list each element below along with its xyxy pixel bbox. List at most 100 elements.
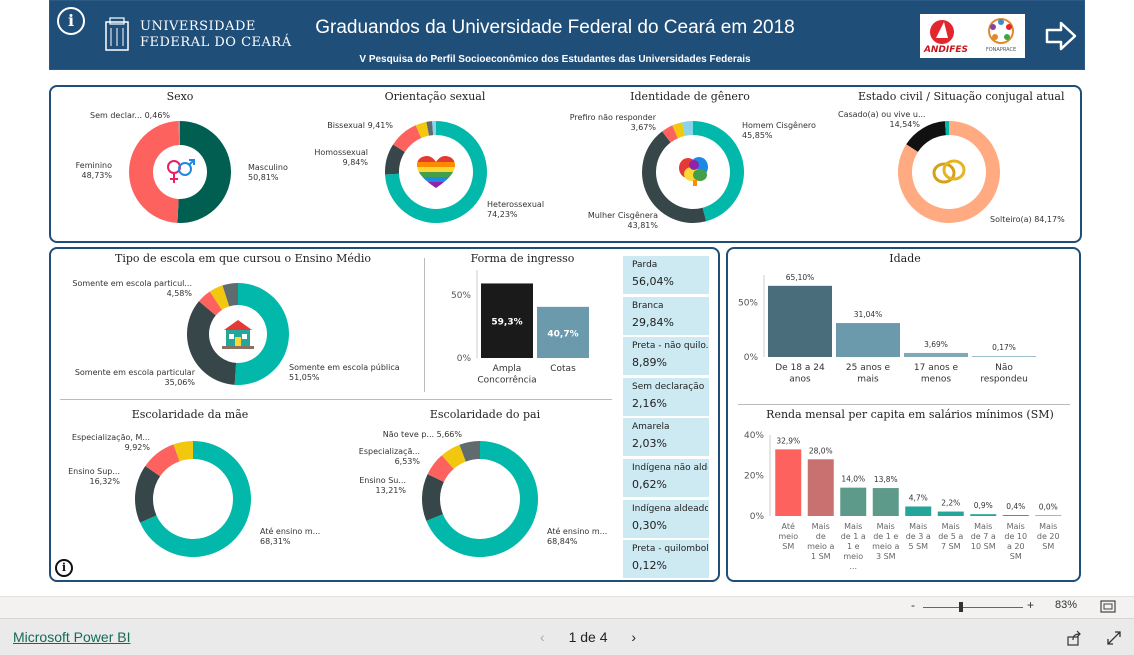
label-solteiro: Solteiro(a) 84,17% bbox=[990, 215, 1065, 224]
category-label: SM bbox=[1042, 542, 1054, 551]
bar[interactable] bbox=[970, 514, 997, 516]
rainbow-heart-icon bbox=[417, 156, 455, 188]
bar-value-label: 4,7% bbox=[909, 493, 928, 502]
share-icon[interactable] bbox=[1066, 630, 1082, 646]
donut-slice[interactable] bbox=[422, 474, 444, 521]
bar-chart-ingresso[interactable]: 50% 0% 59,3% AmplaConcorrência 40,7% Cotas bbox=[425, 270, 615, 395]
category-label: ... bbox=[849, 562, 857, 571]
category-label: Concorrência bbox=[477, 374, 536, 385]
gender-symbols-icon bbox=[167, 159, 195, 183]
category-label: 17 anos e bbox=[914, 363, 959, 373]
label-escola-publica: Somente em escola pública 51,05% bbox=[289, 363, 400, 382]
fonaprace-label: FONAPRACE bbox=[985, 47, 1017, 53]
page-title: Graduandos da Universidade Federal do Ce… bbox=[315, 17, 795, 38]
ethnicity-value: 0,30% bbox=[632, 518, 667, 532]
bar[interactable] bbox=[937, 511, 964, 516]
category-label: Ampla bbox=[493, 364, 522, 374]
bar[interactable] bbox=[904, 352, 968, 357]
zoom-in-button[interactable]: + bbox=[1027, 598, 1034, 612]
bar-value-label: 0,4% bbox=[1006, 502, 1025, 511]
y-tick-label: 50% bbox=[451, 291, 471, 301]
info-icon[interactable]: i bbox=[57, 7, 85, 35]
category-label: de 5 a bbox=[938, 532, 963, 541]
ethnicity-value: 2,03% bbox=[632, 437, 667, 451]
ethnicity-card[interactable]: Branca 29,84% bbox=[623, 296, 709, 335]
bar[interactable] bbox=[775, 449, 802, 516]
divider-horizontal-right bbox=[738, 404, 1070, 405]
category-label: 5 SM bbox=[908, 542, 928, 551]
category-label: a 20 bbox=[1007, 542, 1025, 551]
bar[interactable] bbox=[807, 459, 834, 516]
info-icon-bottom[interactable]: i bbox=[55, 559, 73, 577]
label-mae-ate-ensino-medio: Até ensino m... 68,31% bbox=[260, 527, 321, 546]
y-tick-label: 0% bbox=[744, 353, 759, 363]
fit-to-page-icon[interactable] bbox=[1100, 600, 1116, 613]
category-label: Mais bbox=[974, 522, 992, 531]
chart-title-orientacao: Orientação sexual bbox=[384, 90, 486, 103]
ethnicity-card[interactable]: Preta - não quilo... 8,89% bbox=[623, 337, 709, 376]
bar[interactable] bbox=[1002, 515, 1029, 516]
bar-value-label: 14,0% bbox=[841, 475, 865, 484]
zoom-slider-track[interactable] bbox=[923, 607, 1023, 608]
zoom-slider-handle[interactable] bbox=[959, 602, 963, 612]
bar[interactable] bbox=[872, 488, 899, 516]
fullscreen-icon[interactable] bbox=[1106, 630, 1122, 646]
bar[interactable] bbox=[972, 356, 1036, 357]
category-label: meio bbox=[778, 532, 798, 541]
label-masculino: Masculino 50,81% bbox=[248, 163, 288, 182]
bar-value-label: 3,69% bbox=[924, 340, 948, 349]
andifes-label: ANDIFES bbox=[923, 45, 969, 55]
arrow-right-icon[interactable] bbox=[1044, 20, 1078, 52]
category-label: De 18 a 24 bbox=[775, 363, 825, 373]
category-label: SM bbox=[782, 542, 794, 551]
ethnicity-card[interactable]: Amarela 2,03% bbox=[623, 418, 709, 457]
label-pai-nao-teve: Não teve p... 5,66% bbox=[382, 430, 462, 439]
label-pai-ate-ensino-medio: Até ensino m... 68,84% bbox=[547, 527, 608, 546]
ethnicity-card[interactable]: Indígena aldeado 0,30% bbox=[623, 499, 709, 538]
university-logo: Universidade Federal do Ceará bbox=[100, 14, 291, 54]
next-page-button[interactable]: › bbox=[631, 629, 636, 645]
category-label: 1 SM bbox=[811, 552, 831, 561]
partner-logos: ANDIFES FONAPRACE bbox=[920, 14, 1025, 58]
ethnicity-card[interactable]: Sem declaração 2,16% bbox=[623, 377, 709, 416]
prev-page-button[interactable]: ‹ bbox=[540, 629, 545, 645]
donut-pai[interactable] bbox=[421, 440, 539, 558]
category-label: Mais bbox=[942, 522, 960, 531]
bar-value-label: 0,17% bbox=[992, 343, 1016, 352]
ethnicity-name: Preta - não quilo... bbox=[632, 341, 708, 352]
y-tick-label: 50% bbox=[738, 298, 758, 308]
category-label: de 7 a bbox=[971, 532, 996, 541]
category-label: Mais bbox=[844, 522, 862, 531]
category-label: mais bbox=[857, 374, 879, 384]
bar[interactable] bbox=[840, 487, 867, 516]
bar-value-label: 65,10% bbox=[786, 273, 815, 282]
bar-chart-renda[interactable]: 40%20%0%32,9%AtémeioSM28,0%Maisdemeio a1… bbox=[728, 420, 1078, 580]
ethnicity-card[interactable]: Parda 56,04% bbox=[623, 256, 709, 294]
bar-value-label: 59,3% bbox=[491, 318, 522, 328]
category-label: Mais bbox=[877, 522, 895, 531]
bar[interactable] bbox=[768, 285, 832, 357]
fonaprace-logo-icon bbox=[988, 18, 1014, 44]
bar-chart-idade[interactable]: 50% 0% 65,10% De 18 a 24anos 31,04% 25 anos e… bbox=[728, 265, 1078, 397]
powerbi-link[interactable]: Microsoft Power BI bbox=[13, 629, 130, 645]
zoom-out-button[interactable]: - bbox=[911, 598, 915, 612]
bar[interactable] bbox=[836, 323, 900, 357]
ethnicity-card[interactable]: Preta - quilombola 0,12% bbox=[623, 540, 709, 579]
bar[interactable] bbox=[905, 506, 932, 516]
category-label: 7 SM bbox=[941, 542, 961, 551]
bar-value-label: 13,8% bbox=[874, 475, 898, 484]
category-label: anos bbox=[789, 374, 811, 384]
category-label: de 3 a bbox=[906, 532, 931, 541]
label-heterossexual: Heterossexual 74,23% bbox=[487, 200, 545, 219]
category-label: Mais bbox=[1007, 522, 1025, 531]
wedding-rings-icon bbox=[932, 159, 966, 184]
category-label: Mais bbox=[1039, 522, 1057, 531]
ethnicity-card[interactable]: Indígena não alde... 0,62% bbox=[623, 459, 709, 497]
ethnicity-name: Indígena não alde... bbox=[632, 463, 708, 473]
donut-mae[interactable] bbox=[134, 440, 252, 558]
y-tick-label: 0% bbox=[750, 512, 765, 522]
category-label: 25 anos e bbox=[846, 363, 891, 373]
colorful-brain-icon bbox=[679, 157, 708, 186]
bar[interactable] bbox=[1035, 515, 1062, 516]
chart-title-genero: Identidade de gênero bbox=[630, 90, 750, 103]
